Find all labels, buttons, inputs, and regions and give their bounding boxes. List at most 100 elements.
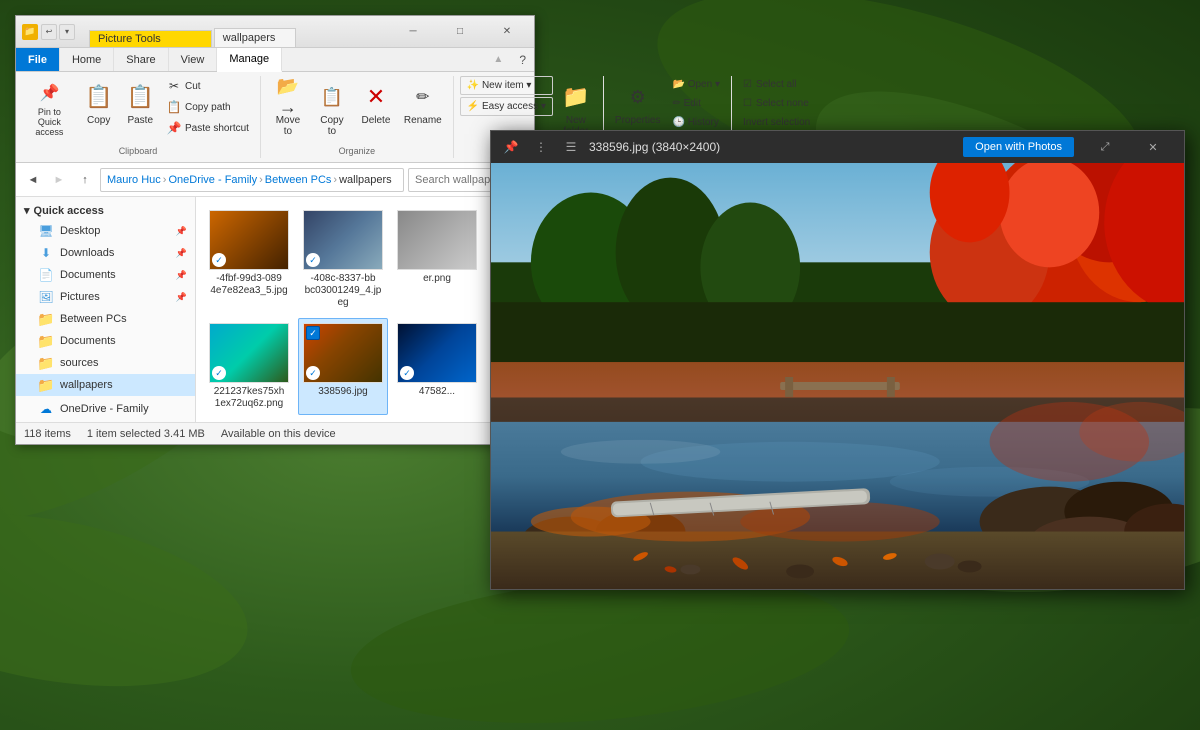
window-title-controls: ─ □ ✕ (390, 16, 534, 47)
photo-controls: ⤢ ✕ (1082, 132, 1176, 162)
sidebar-item-desktop[interactable]: 🖥 Desktop 📌 (16, 220, 195, 242)
new-item-button[interactable]: ✨ New item ▾ (460, 76, 553, 95)
sidebar-item-documents[interactable]: 📄 Documents 📌 (16, 264, 195, 286)
minimize-button[interactable]: ─ (390, 17, 436, 47)
photo-expand-button[interactable]: ⤢ (1082, 132, 1128, 162)
sidebar: ▾ Quick access 🖥 Desktop 📌 ⬇ Downloads 📌… (16, 197, 196, 422)
copy-to-icon: 📋 (316, 81, 348, 113)
qs-btn-1[interactable]: ↩ (41, 24, 57, 40)
forward-button[interactable]: ► (48, 169, 70, 191)
paste-button[interactable]: 📋 Paste (120, 76, 160, 129)
file-item-6[interactable]: ✓ 47582... (392, 318, 482, 415)
breadcrumb-onedrive[interactable]: OneDrive - Family (168, 174, 257, 186)
file-item-8[interactable]: ✓ abba3f36-8021-423c-99c8-75... (298, 419, 388, 422)
select-all-button[interactable]: ☑ Select all (738, 76, 815, 93)
sidebar-item-pictures[interactable]: 🖼 Pictures 📌 (16, 286, 195, 308)
clipboard-small-buttons: ✂ Cut 📋 Copy path 📌 Paste shortcut (162, 76, 254, 138)
onedrive-badge-1: ✓ (212, 253, 226, 267)
onedrive-badge-5: ✓ (306, 366, 320, 380)
clipboard-label: Clipboard (119, 146, 158, 158)
tab-file[interactable]: File (16, 48, 60, 71)
cut-button[interactable]: ✂ Cut (162, 76, 254, 96)
picture-tools-label: Picture Tools (98, 33, 161, 45)
photo-options-button[interactable]: ⋮ (529, 135, 553, 159)
sidebar-item-downloads[interactable]: ⬇ Downloads 📌 (16, 242, 195, 264)
tab-manage[interactable]: Manage (217, 48, 282, 72)
qs-btn-dropdown[interactable]: ▾ (59, 24, 75, 40)
sidebar-item-wallpapers[interactable]: 📁 wallpapers (16, 374, 195, 396)
photo-filename: 338596.jpg (3840×2400) (589, 140, 720, 154)
photo-viewer-window: 📌 ⋮ ☰ 338596.jpg (3840×2400) Open with P… (490, 130, 1185, 590)
file-item-2[interactable]: ✓ -408c-8337-bbbc03001249_4.jpeg (298, 205, 388, 314)
breadcrumb[interactable]: Mauro Huc › OneDrive - Family › Between … (100, 168, 404, 192)
paste-shortcut-button[interactable]: 📌 Paste shortcut (162, 118, 254, 138)
file-item-5[interactable]: ✓ ✓ 338596.jpg (298, 318, 388, 415)
title-bar-left: 📁 ↩ ▾ (16, 16, 81, 47)
history-button[interactable]: 🕒 History (667, 114, 725, 131)
sidebar-item-sources[interactable]: 📁 sources (16, 352, 195, 374)
copy-icon: 📋 (83, 81, 115, 113)
item-count: 118 items (24, 428, 71, 440)
title-bar: 📁 ↩ ▾ Picture Tools wallpapers ─ □ ✕ (16, 16, 534, 48)
tab-view[interactable]: View (169, 48, 218, 71)
breadcrumb-mauro[interactable]: Mauro Huc (107, 174, 161, 186)
desktop-icon: 🖥 (38, 223, 54, 239)
edit-button[interactable]: ✏ Edit (667, 95, 725, 112)
onedrive-badge-4: ✓ (212, 366, 226, 380)
open-button[interactable]: 📂 Open ▾ (667, 76, 725, 93)
file-item-3[interactable]: er.png (392, 205, 482, 314)
copy-to-button[interactable]: 📋 Copyto (311, 76, 353, 140)
photo-content: ℹ (491, 163, 1184, 589)
open-with-photos-button[interactable]: Open with Photos (963, 137, 1074, 157)
new-folder-icon: 📁 (560, 81, 592, 113)
breadcrumb-between-pcs[interactable]: Between PCs (265, 174, 332, 186)
file-name-5: 338596.jpg (318, 386, 368, 398)
up-button[interactable]: ↑ (74, 169, 96, 191)
clipboard-group: 📌 Pin to Quickaccess 📋 Copy 📋 Paste (16, 76, 261, 158)
sidebar-item-documents-2[interactable]: 📁 Documents (16, 330, 195, 352)
file-item-1[interactable]: ✓ -4fbf-99d3-0894e7e82ea3_5.jpg (204, 205, 294, 314)
picture-tools-tab[interactable]: Picture Tools (89, 30, 212, 47)
maximize-button[interactable]: □ (437, 17, 483, 47)
scene-svg (491, 163, 1184, 589)
rename-button[interactable]: ✏ Rename (399, 76, 447, 129)
folder-between-pcs-icon: 📁 (38, 311, 54, 327)
photo-close-button[interactable]: ✕ (1130, 132, 1176, 162)
select-none-button[interactable]: ☐ Select none (738, 95, 815, 112)
file-name-6: 47582... (419, 386, 455, 398)
paste-shortcut-icon: 📌 (167, 121, 181, 135)
pin-icon: 📌 (176, 226, 187, 237)
ribbon-content: 📌 Pin to Quickaccess 📋 Copy 📋 Paste (16, 72, 534, 162)
organize-items: 📂→ Moveto 📋 Copyto ✕ Delete ✏ Rename (267, 76, 447, 146)
sidebar-item-between-pcs[interactable]: 📁 Between PCs (16, 308, 195, 330)
pin-to-quick-access-button[interactable]: 📌 Pin to Quickaccess (22, 76, 77, 140)
easy-access-button[interactable]: ⚡ Easy access ▾ (460, 97, 553, 116)
photo-title-left: 📌 ⋮ ☰ 338596.jpg (3840×2400) (499, 135, 955, 159)
ribbon-tabs: File Home Share View Manage ▲ ? (16, 48, 534, 72)
tab-home[interactable]: Home (60, 48, 114, 71)
file-item-7[interactable]: ✓ aakjroeer.png (204, 419, 294, 422)
quick-access-label: Quick access (34, 205, 104, 217)
quick-access-header[interactable]: ▾ Quick access (16, 201, 195, 220)
copy-path-button[interactable]: 📋 Copy path (162, 97, 254, 117)
photo-menu-button[interactable]: ☰ (559, 135, 583, 159)
photo-pin-button[interactable]: 📌 (499, 135, 523, 159)
copy-path-icon: 📋 (167, 100, 181, 114)
wallpapers-title-tab[interactable]: wallpapers (214, 28, 297, 47)
back-button[interactable]: ◄ (22, 169, 44, 191)
properties-button[interactable]: ⚙ Properties (610, 76, 666, 129)
pin-icon-4: 📌 (176, 292, 187, 303)
move-to-button[interactable]: 📂→ Moveto (267, 76, 309, 140)
file-name-3: er.png (423, 273, 451, 285)
file-item-9[interactable]: ABOP... (392, 419, 482, 422)
delete-button[interactable]: ✕ Delete (355, 76, 397, 129)
invert-selection-button[interactable]: Invert selection (738, 114, 815, 131)
sidebar-item-onedrive[interactable]: ☁ OneDrive - Family (16, 398, 195, 420)
copy-button[interactable]: 📋 Copy (79, 76, 119, 129)
quick-access-section: ▾ Quick access 🖥 Desktop 📌 ⬇ Downloads 📌… (16, 201, 195, 396)
file-item-4[interactable]: ✓ 221237kes75xh1ex72uq6z.png (204, 318, 294, 415)
close-button[interactable]: ✕ (484, 17, 530, 47)
documents-icon: 📄 (38, 267, 54, 283)
tab-share[interactable]: Share (114, 48, 168, 71)
onedrive-badge-6: ✓ (400, 366, 414, 380)
